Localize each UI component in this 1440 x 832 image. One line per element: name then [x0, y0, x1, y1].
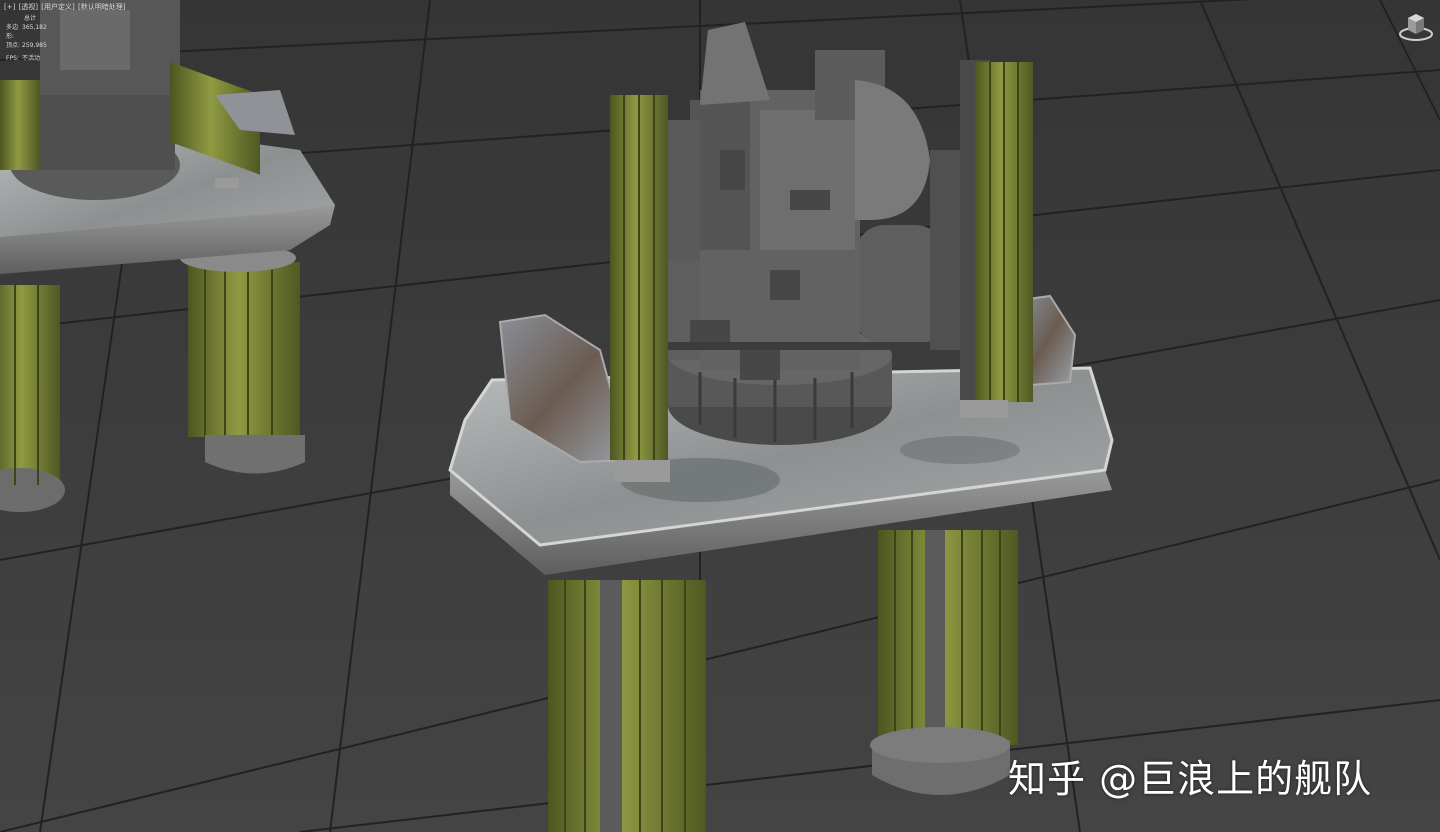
viewport-menu-plus[interactable]: [+]	[4, 3, 15, 11]
scene-render	[0, 0, 1440, 832]
stats-vertices-label: 顶点:	[6, 42, 21, 49]
viewport-menu-shading[interactable]: [默认明暗处理]	[78, 3, 125, 11]
left-launcher-tubes	[610, 95, 670, 482]
viewport-menu-user-defined[interactable]: [用户定义]	[41, 3, 74, 11]
stats-polygons-label: 多边形:	[6, 24, 19, 40]
stats-vertices-value: 259,985	[22, 42, 47, 49]
right-launcher-tubes	[960, 60, 1033, 418]
stats-fps: FPS: 不活动	[6, 54, 47, 63]
stats-polygons-value: 365,182	[22, 24, 47, 31]
stats-fps-value: 不活动	[22, 55, 41, 62]
stats-fps-label: FPS:	[6, 55, 19, 62]
stats-title: 总计	[24, 15, 37, 22]
front-leg	[548, 580, 706, 832]
viewport-menu-perspective[interactable]: [透视]	[19, 3, 38, 11]
viewcube-icon[interactable]	[1398, 10, 1434, 42]
watermark-text: 知乎 @巨浪上的舰队	[1008, 757, 1373, 801]
stats-vertices: 顶点: 259,985	[6, 41, 47, 50]
rear-leg	[870, 530, 1018, 795]
viewport-label-menu[interactable]: [+] [透视] [用户定义] [默认明暗处理]	[4, 2, 126, 12]
stats-polygons: 多边形: 365,182	[6, 23, 47, 41]
3d-viewport[interactable]: [+] [透视] [用户定义] [默认明暗处理] 总计 多边形: 365,182…	[0, 0, 1440, 832]
viewport-statistics: 总计 多边形: 365,182 顶点: 259,985 FPS: 不活动	[6, 14, 47, 63]
